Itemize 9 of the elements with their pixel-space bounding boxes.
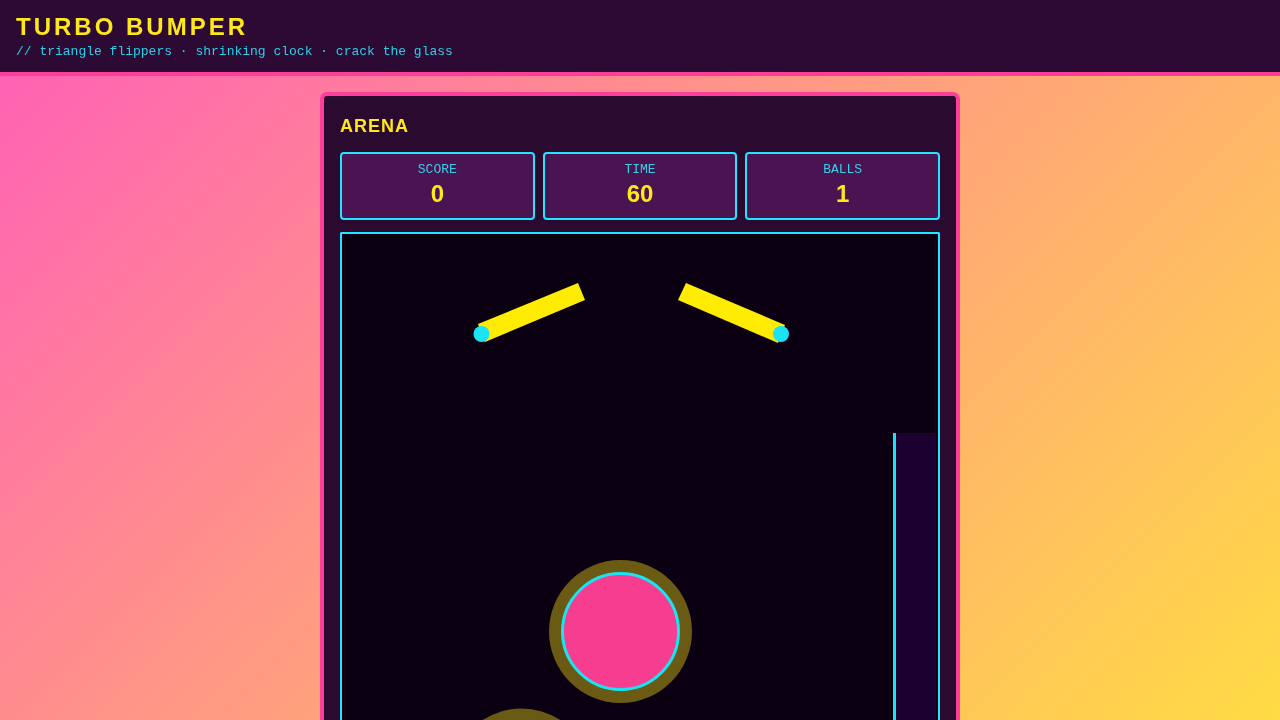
stat-value: 0	[429, 180, 445, 208]
stat-value: 60	[625, 180, 655, 208]
stat-label: SCORE	[416, 162, 458, 178]
app-title: TURBO BUMPER	[16, 13, 249, 41]
app-subtitle: // triangle flippers · shrinking clock · crack the glass	[16, 44, 454, 60]
panel-title: ARENA	[340, 115, 410, 138]
stat-label: TIME	[623, 162, 657, 178]
stat-label: BALLS	[822, 162, 864, 178]
stat-value: 1	[835, 180, 851, 208]
